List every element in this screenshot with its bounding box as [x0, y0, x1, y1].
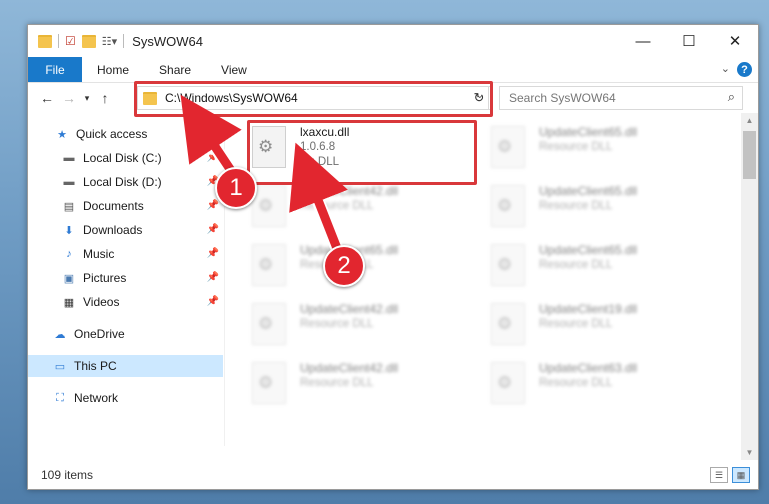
annotation-arrows: [180, 94, 348, 263]
step-2-badge: 2: [323, 245, 365, 287]
step-1-badge: 1: [215, 167, 257, 209]
arrow-2: [289, 142, 348, 258]
